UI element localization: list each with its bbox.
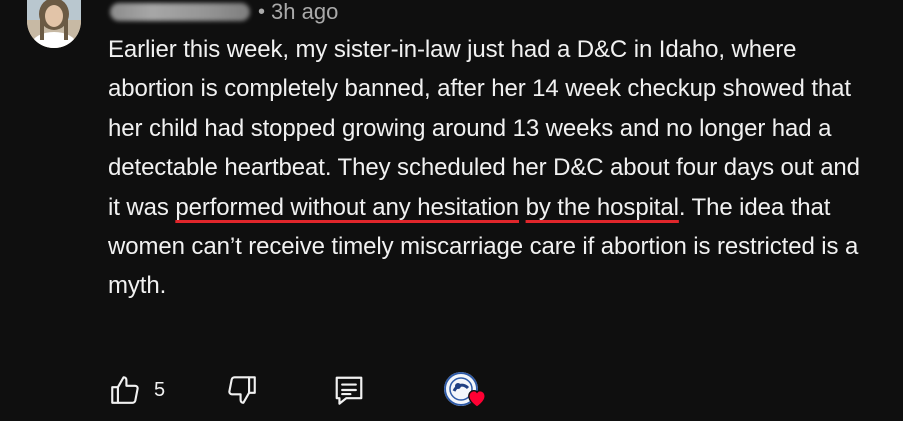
comment-underlined-phrase-2: by the hospital xyxy=(525,193,679,221)
header-separator: • xyxy=(258,0,266,23)
comment-actions: 5 xyxy=(108,370,488,410)
creator-heart-icon xyxy=(466,388,488,413)
comment-underlined-phrase-1: performed without any hesitation xyxy=(175,193,519,221)
creator-heart[interactable] xyxy=(444,370,488,410)
username-redacted[interactable] xyxy=(110,3,250,21)
reply-comment-icon xyxy=(334,373,364,407)
commenter-avatar[interactable] xyxy=(27,0,81,48)
like-count: 5 xyxy=(154,378,166,401)
comment-body: Earlier this week, my sister-in-law just… xyxy=(108,30,868,306)
comment-timestamp[interactable]: 3h ago xyxy=(271,0,338,25)
thumbs-down-icon xyxy=(225,373,259,407)
comment-text: Earlier this week, my sister-in-law just… xyxy=(108,30,868,306)
like-button[interactable]: 5 xyxy=(108,373,165,407)
comment-text-space xyxy=(519,194,526,221)
dislike-button[interactable] xyxy=(225,373,259,407)
reply-button[interactable] xyxy=(334,373,364,407)
thumbs-up-icon xyxy=(108,373,142,407)
comment-header: • 3h ago xyxy=(110,0,338,24)
